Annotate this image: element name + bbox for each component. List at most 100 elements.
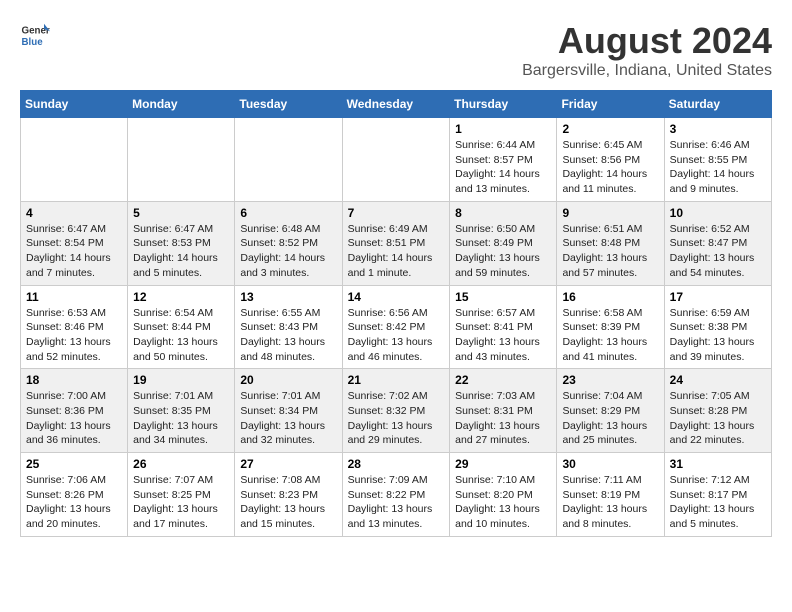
calendar-cell: 5 Sunrise: 6:47 AM Sunset: 8:53 PM Daylig… — [128, 201, 235, 285]
calendar-cell: 28 Sunrise: 7:09 AM Sunset: 8:22 PM Dayli… — [342, 453, 450, 537]
calendar-cell: 7 Sunrise: 6:49 AM Sunset: 8:51 PM Daylig… — [342, 201, 450, 285]
day-number: 29 — [455, 457, 551, 471]
header-saturday: Saturday — [664, 91, 771, 118]
day-number: 3 — [670, 122, 766, 136]
day-number: 28 — [348, 457, 445, 471]
day-info: Sunrise: 6:58 AM Sunset: 8:39 PM Dayligh… — [562, 306, 658, 365]
logo-icon: General Blue — [20, 20, 50, 50]
day-number: 7 — [348, 206, 445, 220]
day-info: Sunrise: 7:03 AM Sunset: 8:31 PM Dayligh… — [455, 389, 551, 448]
week-row-2: 4 Sunrise: 6:47 AM Sunset: 8:54 PM Daylig… — [21, 201, 772, 285]
calendar-cell: 31 Sunrise: 7:12 AM Sunset: 8:17 PM Dayli… — [664, 453, 771, 537]
day-info: Sunrise: 6:54 AM Sunset: 8:44 PM Dayligh… — [133, 306, 229, 365]
logo: General Blue — [20, 20, 50, 50]
day-info: Sunrise: 6:48 AM Sunset: 8:52 PM Dayligh… — [240, 222, 336, 281]
calendar-cell: 30Sunrise: 7:11 AM Sunset: 8:19 PM Dayli… — [557, 453, 664, 537]
day-info: Sunrise: 6:50 AM Sunset: 8:49 PM Dayligh… — [455, 222, 551, 281]
day-number: 23 — [562, 373, 658, 387]
calendar-cell: 17Sunrise: 6:59 AM Sunset: 8:38 PM Dayli… — [664, 285, 771, 369]
day-number: 15 — [455, 290, 551, 304]
header-wednesday: Wednesday — [342, 91, 450, 118]
day-info: Sunrise: 7:00 AM Sunset: 8:36 PM Dayligh… — [26, 389, 122, 448]
header-tuesday: Tuesday — [235, 91, 342, 118]
day-number: 4 — [26, 206, 122, 220]
page-subtitle: Bargersville, Indiana, United States — [522, 62, 772, 80]
day-info: Sunrise: 7:10 AM Sunset: 8:20 PM Dayligh… — [455, 473, 551, 532]
day-number: 6 — [240, 206, 336, 220]
day-info: Sunrise: 7:06 AM Sunset: 8:26 PM Dayligh… — [26, 473, 122, 532]
svg-text:Blue: Blue — [22, 37, 44, 48]
header-row: SundayMondayTuesdayWednesdayThursdayFrid… — [21, 91, 772, 118]
calendar-cell: 22 Sunrise: 7:03 AM Sunset: 8:31 PM Dayli… — [450, 369, 557, 453]
calendar-cell: 24 Sunrise: 7:05 AM Sunset: 8:28 PM Dayli… — [664, 369, 771, 453]
day-number: 10 — [670, 206, 766, 220]
calendar-cell: 9Sunrise: 6:51 AM Sunset: 8:48 PM Daylig… — [557, 201, 664, 285]
day-number: 31 — [670, 457, 766, 471]
day-info: Sunrise: 7:01 AM Sunset: 8:34 PM Dayligh… — [240, 389, 336, 448]
day-info: Sunrise: 6:49 AM Sunset: 8:51 PM Dayligh… — [348, 222, 445, 281]
day-number: 1 — [455, 122, 551, 136]
day-info: Sunrise: 6:45 AM Sunset: 8:56 PM Dayligh… — [562, 138, 658, 197]
header: General Blue August 2024 Bargersville, I… — [20, 20, 772, 80]
day-number: 5 — [133, 206, 229, 220]
day-number: 26 — [133, 457, 229, 471]
day-number: 13 — [240, 290, 336, 304]
day-info: Sunrise: 6:46 AM Sunset: 8:55 PM Dayligh… — [670, 138, 766, 197]
week-row-1: 1 Sunrise: 6:44 AM Sunset: 8:57 PM Daylig… — [21, 118, 772, 202]
header-thursday: Thursday — [450, 91, 557, 118]
week-row-3: 11Sunrise: 6:53 AM Sunset: 8:46 PM Dayli… — [21, 285, 772, 369]
calendar-cell: 21 Sunrise: 7:02 AM Sunset: 8:32 PM Dayli… — [342, 369, 450, 453]
calendar-cell: 23Sunrise: 7:04 AM Sunset: 8:29 PM Dayli… — [557, 369, 664, 453]
header-friday: Friday — [557, 91, 664, 118]
calendar-table: SundayMondayTuesdayWednesdayThursdayFrid… — [20, 90, 772, 537]
day-info: Sunrise: 6:56 AM Sunset: 8:42 PM Dayligh… — [348, 306, 445, 365]
day-number: 20 — [240, 373, 336, 387]
calendar-cell: 3 Sunrise: 6:46 AM Sunset: 8:55 PM Daylig… — [664, 118, 771, 202]
day-info: Sunrise: 6:51 AM Sunset: 8:48 PM Dayligh… — [562, 222, 658, 281]
day-info: Sunrise: 6:57 AM Sunset: 8:41 PM Dayligh… — [455, 306, 551, 365]
day-number: 30 — [562, 457, 658, 471]
day-info: Sunrise: 7:08 AM Sunset: 8:23 PM Dayligh… — [240, 473, 336, 532]
calendar-cell: 18 Sunrise: 7:00 AM Sunset: 8:36 PM Dayli… — [21, 369, 128, 453]
calendar-cell: 13Sunrise: 6:55 AM Sunset: 8:43 PM Dayli… — [235, 285, 342, 369]
calendar-header: SundayMondayTuesdayWednesdayThursdayFrid… — [21, 91, 772, 118]
calendar-cell: 15 Sunrise: 6:57 AM Sunset: 8:41 PM Dayli… — [450, 285, 557, 369]
day-info: Sunrise: 6:44 AM Sunset: 8:57 PM Dayligh… — [455, 138, 551, 197]
header-sunday: Sunday — [21, 91, 128, 118]
calendar-cell: 10 Sunrise: 6:52 AM Sunset: 8:47 PM Dayli… — [664, 201, 771, 285]
day-info: Sunrise: 6:53 AM Sunset: 8:46 PM Dayligh… — [26, 306, 122, 365]
calendar-cell: 12Sunrise: 6:54 AM Sunset: 8:44 PM Dayli… — [128, 285, 235, 369]
page-title: August 2024 — [522, 20, 772, 62]
day-number: 19 — [133, 373, 229, 387]
day-number: 22 — [455, 373, 551, 387]
calendar-cell: 26 Sunrise: 7:07 AM Sunset: 8:25 PM Dayli… — [128, 453, 235, 537]
day-info: Sunrise: 7:02 AM Sunset: 8:32 PM Dayligh… — [348, 389, 445, 448]
calendar-cell — [21, 118, 128, 202]
day-info: Sunrise: 7:12 AM Sunset: 8:17 PM Dayligh… — [670, 473, 766, 532]
day-number: 18 — [26, 373, 122, 387]
day-number: 14 — [348, 290, 445, 304]
day-number: 25 — [26, 457, 122, 471]
week-row-4: 18 Sunrise: 7:00 AM Sunset: 8:36 PM Dayli… — [21, 369, 772, 453]
calendar-cell: 1 Sunrise: 6:44 AM Sunset: 8:57 PM Daylig… — [450, 118, 557, 202]
calendar-body: 1 Sunrise: 6:44 AM Sunset: 8:57 PM Daylig… — [21, 118, 772, 537]
calendar-cell: 16Sunrise: 6:58 AM Sunset: 8:39 PM Dayli… — [557, 285, 664, 369]
calendar-cell — [128, 118, 235, 202]
day-info: Sunrise: 7:09 AM Sunset: 8:22 PM Dayligh… — [348, 473, 445, 532]
calendar-cell: 19 Sunrise: 7:01 AM Sunset: 8:35 PM Dayli… — [128, 369, 235, 453]
calendar-cell: 14 Sunrise: 6:56 AM Sunset: 8:42 PM Dayli… — [342, 285, 450, 369]
day-number: 24 — [670, 373, 766, 387]
day-number: 8 — [455, 206, 551, 220]
day-info: Sunrise: 7:05 AM Sunset: 8:28 PM Dayligh… — [670, 389, 766, 448]
day-info: Sunrise: 6:47 AM Sunset: 8:53 PM Dayligh… — [133, 222, 229, 281]
day-info: Sunrise: 7:01 AM Sunset: 8:35 PM Dayligh… — [133, 389, 229, 448]
day-info: Sunrise: 7:07 AM Sunset: 8:25 PM Dayligh… — [133, 473, 229, 532]
calendar-cell: 11Sunrise: 6:53 AM Sunset: 8:46 PM Dayli… — [21, 285, 128, 369]
calendar-cell — [235, 118, 342, 202]
day-number: 21 — [348, 373, 445, 387]
day-info: Sunrise: 6:52 AM Sunset: 8:47 PM Dayligh… — [670, 222, 766, 281]
day-number: 17 — [670, 290, 766, 304]
day-info: Sunrise: 6:47 AM Sunset: 8:54 PM Dayligh… — [26, 222, 122, 281]
calendar-cell: 27Sunrise: 7:08 AM Sunset: 8:23 PM Dayli… — [235, 453, 342, 537]
calendar-cell — [342, 118, 450, 202]
